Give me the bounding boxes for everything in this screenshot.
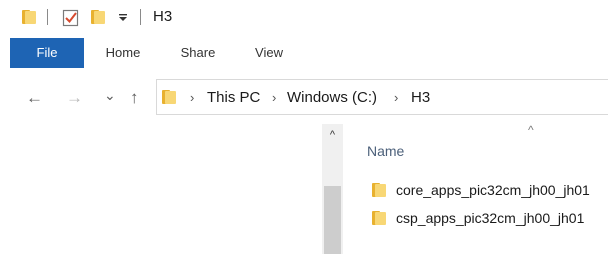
breadcrumb-separator[interactable]: › bbox=[394, 88, 398, 108]
sort-ascending-icon: ^ bbox=[528, 123, 534, 137]
customize-dropdown-icon[interactable] bbox=[118, 14, 128, 22]
forward-icon[interactable]: → bbox=[66, 88, 83, 108]
new-folder-icon[interactable] bbox=[91, 10, 105, 24]
folder-icon bbox=[372, 183, 386, 197]
folder-icon bbox=[372, 211, 386, 225]
folder-icon bbox=[22, 10, 36, 24]
tab-home[interactable]: Home bbox=[96, 38, 150, 68]
title-bar-divider bbox=[47, 9, 48, 25]
file-name[interactable]: core_apps_pic32cm_jh00_jh01 bbox=[396, 182, 590, 198]
scroll-up-icon[interactable]: ^ bbox=[322, 124, 343, 146]
breadcrumb-separator[interactable]: › bbox=[272, 88, 276, 108]
back-icon[interactable]: ← bbox=[26, 88, 43, 108]
window-title: H3 bbox=[153, 8, 173, 25]
breadcrumb-h3[interactable]: H3 bbox=[411, 88, 430, 108]
title-bar-divider bbox=[140, 9, 141, 25]
properties-icon[interactable] bbox=[62, 7, 80, 27]
up-icon[interactable]: ↑ bbox=[130, 88, 139, 108]
tab-share[interactable]: Share bbox=[170, 38, 226, 68]
breadcrumb-separator[interactable]: › bbox=[190, 88, 194, 108]
recent-locations-icon[interactable]: ⌄ bbox=[104, 85, 116, 105]
folder-icon bbox=[162, 90, 176, 104]
file-name[interactable]: csp_apps_pic32cm_jh00_jh01 bbox=[396, 210, 584, 226]
breadcrumb-windows-c[interactable]: Windows (C:) bbox=[287, 88, 377, 108]
column-header-name[interactable]: Name bbox=[367, 143, 404, 159]
scrollbar-thumb[interactable] bbox=[324, 186, 341, 254]
tab-file[interactable]: File bbox=[10, 38, 84, 68]
breadcrumb-this-pc[interactable]: This PC bbox=[207, 88, 260, 108]
tab-view[interactable]: View bbox=[246, 38, 292, 68]
